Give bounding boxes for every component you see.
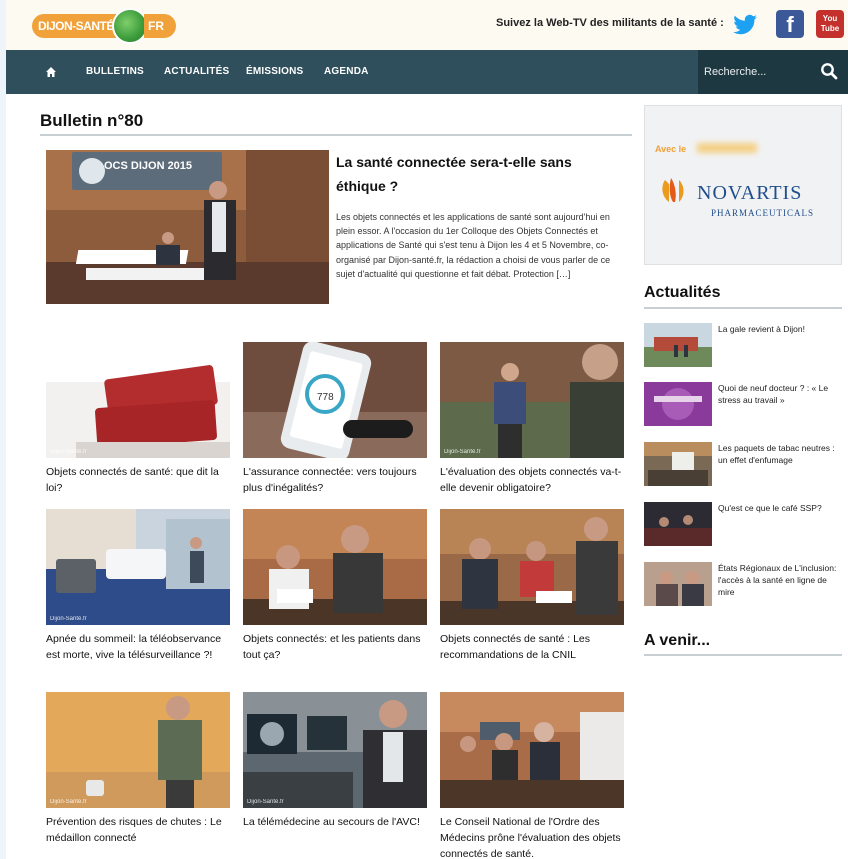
article-title[interactable]: La télémédecine au secours de l'AVC!: [243, 814, 427, 830]
news-title[interactable]: Qu'est ce que le café SSP?: [718, 502, 842, 514]
article-card[interactable]: Dijon-Santé.fr Objets connectés de santé…: [46, 342, 230, 496]
article-title[interactable]: Objets connectés: et les patients dans t…: [243, 631, 427, 663]
sponsor-ad[interactable]: Avec le NOVARTIS PHARMACEUTICALS: [644, 105, 842, 265]
ad-blurred-text: [697, 143, 757, 153]
article-card[interactable]: Le Conseil National de l'Ordre des Médec…: [440, 692, 624, 859]
actualites-divider: [644, 307, 842, 309]
article-card[interactable]: Objets connectés: et les patients dans t…: [243, 509, 427, 663]
news-title[interactable]: États Régionaux de L'inclusion: l'accès …: [718, 562, 842, 598]
main-nav: BULLETINS ACTUALITÉS ÉMISSIONS AGENDA: [6, 50, 848, 94]
page: DIJON-SANTÉ FR Suivez la Web-TV des mili…: [6, 0, 848, 859]
nav-item-bulletins[interactable]: BULLETINS: [86, 50, 144, 94]
novartis-logo-icon: [659, 176, 687, 204]
logo-text-left: DIJON-SANTÉ: [32, 14, 116, 38]
article-title[interactable]: Objets connectés de santé : Les recomman…: [440, 631, 624, 663]
watermark: Dijon-Santé.fr: [50, 616, 87, 622]
page-title: Bulletin n°80: [40, 111, 144, 130]
featured-image[interactable]: OCS DIJON 2015: [46, 150, 329, 304]
article-thumbnail[interactable]: Dijon-Santé.fr: [46, 692, 230, 808]
twitter-icon[interactable]: [732, 10, 760, 38]
news-item[interactable]: États Régionaux de L'inclusion: l'accès …: [644, 562, 842, 608]
news-item[interactable]: Quoi de neuf docteur ? : « Le stress au …: [644, 382, 842, 428]
article-title[interactable]: Le Conseil National de l'Ordre des Médec…: [440, 814, 624, 859]
article-thumbnail[interactable]: Dijon-Santé.fr: [243, 692, 427, 808]
news-title[interactable]: Quoi de neuf docteur ? : « Le stress au …: [718, 382, 842, 406]
article-card[interactable]: Dijon-Santé.fr Apnée du sommeil: la télé…: [46, 509, 230, 663]
top-bar: DIJON-SANTÉ FR Suivez la Web-TV des mili…: [6, 0, 848, 50]
avenir-title: A venir...: [644, 632, 711, 649]
webtv-text: Suivez la Web-TV des militants de la san…: [496, 17, 724, 29]
logo-text-right: FR: [144, 14, 176, 38]
ad-brand: NOVARTIS: [697, 182, 803, 204]
news-thumbnail[interactable]: [644, 442, 712, 486]
article-thumbnail[interactable]: [440, 692, 624, 808]
search-input[interactable]: [704, 60, 814, 84]
article-title[interactable]: L'évaluation des objets connectés va-t-e…: [440, 464, 624, 496]
news-thumbnail[interactable]: [644, 323, 712, 367]
news-thumbnail[interactable]: [644, 382, 712, 426]
watermark: Dijon-Santé.fr: [444, 449, 481, 455]
article-card[interactable]: Dijon-Santé.fr Prévention des risques de…: [46, 692, 230, 846]
site-logo[interactable]: DIJON-SANTÉ FR: [32, 8, 182, 44]
featured-excerpt: Les objets connectés et les applications…: [336, 212, 611, 279]
article-card[interactable]: Dijon-Santé.fr L'évaluation des objets c…: [440, 342, 624, 496]
article-card[interactable]: Objets connectés de santé : Les recomman…: [440, 509, 624, 663]
article-thumbnail[interactable]: [243, 509, 427, 625]
search-box: [698, 50, 848, 94]
nav-item-emissions[interactable]: ÉMISSIONS: [246, 50, 303, 94]
avenir-divider: [644, 654, 842, 656]
article-title[interactable]: Objets connectés de santé: que dit la lo…: [46, 464, 230, 496]
article-title[interactable]: L'assurance connectée: vers toujours plu…: [243, 464, 427, 496]
globe-icon: [112, 8, 148, 44]
title-divider: [40, 134, 632, 136]
banner-text: OCS DIJON 2015: [104, 160, 193, 172]
article-thumbnail[interactable]: 778: [243, 342, 427, 458]
news-title[interactable]: La gale revient à Dijon!: [718, 323, 842, 335]
facebook-icon[interactable]: f: [776, 10, 804, 38]
watermark: Dijon-Santé.fr: [247, 799, 284, 805]
article-thumbnail[interactable]: [440, 509, 624, 625]
youtube-icon[interactable]: You Tube: [816, 10, 844, 38]
search-icon[interactable]: [820, 62, 838, 80]
nav-item-actualites[interactable]: ACTUALITÉS: [164, 50, 229, 94]
youtube-label-top: You: [822, 14, 838, 23]
article-title[interactable]: Apnée du sommeil: la téléobservance est …: [46, 631, 230, 663]
news-item[interactable]: Les paquets de tabac neutres : un effet …: [644, 442, 842, 488]
watermark: Dijon-Santé.fr: [50, 799, 87, 805]
actualites-title: Actualités: [644, 284, 721, 301]
news-item[interactable]: Qu'est ce que le café SSP?: [644, 502, 842, 548]
news-item[interactable]: La gale revient à Dijon!: [644, 323, 842, 369]
article-thumbnail[interactable]: Dijon-Santé.fr: [440, 342, 624, 458]
nav-item-agenda[interactable]: AGENDA: [324, 50, 369, 94]
ad-subtitle: PHARMACEUTICALS: [711, 208, 815, 218]
article-card[interactable]: 778 L'assurance connectée: vers toujours…: [243, 342, 427, 496]
ad-avec-label: Avec le: [655, 144, 687, 154]
article-thumbnail[interactable]: Dijon-Santé.fr: [46, 509, 230, 625]
news-thumbnail[interactable]: [644, 502, 712, 546]
youtube-label-bottom: Tube: [820, 24, 840, 33]
news-title[interactable]: Les paquets de tabac neutres : un effet …: [718, 442, 842, 466]
article-card[interactable]: Dijon-Santé.fr La télémédecine au secour…: [243, 692, 427, 830]
phone-value: 778: [317, 392, 334, 403]
article-title[interactable]: Prévention des risques de chutes : Le mé…: [46, 814, 230, 846]
news-thumbnail[interactable]: [644, 562, 712, 606]
article-thumbnail[interactable]: Dijon-Santé.fr: [46, 342, 230, 458]
home-icon[interactable]: [46, 50, 56, 94]
watermark: Dijon-Santé.fr: [50, 449, 87, 455]
featured-title[interactable]: La santé connectée sera-t-elle sans éthi…: [336, 150, 606, 198]
